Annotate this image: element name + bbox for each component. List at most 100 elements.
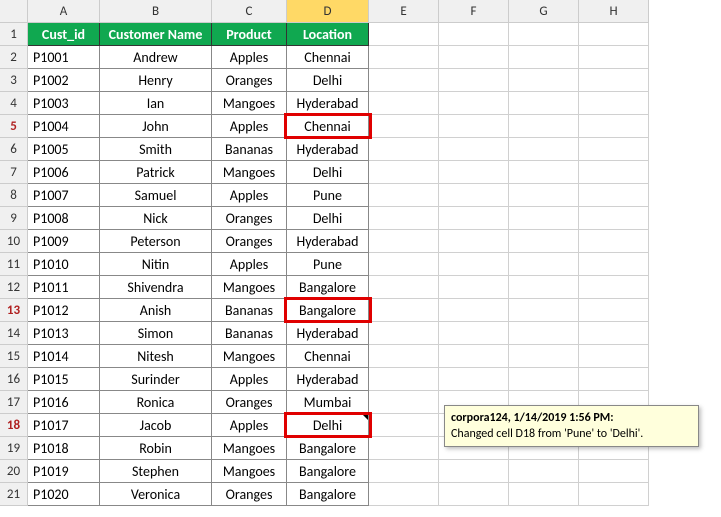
empty-cell[interactable] xyxy=(509,253,579,276)
cell-cust-id[interactable]: P1014 xyxy=(28,345,100,368)
empty-cell[interactable] xyxy=(369,322,439,345)
row-header[interactable]: 21 xyxy=(0,483,28,506)
cell-location[interactable]: Bangalore xyxy=(287,460,369,483)
row-header[interactable]: 4 xyxy=(0,92,28,115)
row-header[interactable]: 19 xyxy=(0,437,28,460)
empty-cell[interactable] xyxy=(369,345,439,368)
column-header-g[interactable]: G xyxy=(509,0,579,23)
cell-cust-id[interactable]: P1007 xyxy=(28,184,100,207)
select-all-corner[interactable] xyxy=(0,0,28,23)
empty-cell[interactable] xyxy=(509,69,579,92)
empty-cell[interactable] xyxy=(509,230,579,253)
cell-cust-id[interactable]: P1016 xyxy=(28,391,100,414)
empty-cell[interactable] xyxy=(369,276,439,299)
empty-cell[interactable] xyxy=(509,322,579,345)
empty-cell[interactable] xyxy=(369,46,439,69)
empty-cell[interactable] xyxy=(369,23,439,46)
cell-product[interactable]: Apples xyxy=(212,46,287,69)
row-header[interactable]: 17 xyxy=(0,391,28,414)
cell-location[interactable]: Chennai xyxy=(287,115,369,138)
cell-customer-name[interactable]: Peterson xyxy=(100,230,212,253)
empty-cell[interactable] xyxy=(369,460,439,483)
row-header[interactable]: 8 xyxy=(0,184,28,207)
cell-location[interactable]: Hyderabad xyxy=(287,368,369,391)
cell-customer-name[interactable]: Simon xyxy=(100,322,212,345)
empty-cell[interactable] xyxy=(439,23,509,46)
cell-customer-name[interactable]: Shivendra xyxy=(100,276,212,299)
empty-cell[interactable] xyxy=(579,23,649,46)
cell-cust-id[interactable]: P1020 xyxy=(28,483,100,506)
empty-cell[interactable] xyxy=(509,483,579,506)
empty-cell[interactable] xyxy=(439,230,509,253)
empty-cell[interactable] xyxy=(369,391,439,414)
empty-cell[interactable] xyxy=(439,368,509,391)
empty-cell[interactable] xyxy=(579,345,649,368)
empty-cell[interactable] xyxy=(369,253,439,276)
empty-cell[interactable] xyxy=(509,184,579,207)
empty-cell[interactable] xyxy=(439,46,509,69)
empty-cell[interactable] xyxy=(579,69,649,92)
empty-cell[interactable] xyxy=(369,138,439,161)
empty-cell[interactable] xyxy=(579,138,649,161)
cell-product[interactable]: Oranges xyxy=(212,483,287,506)
cell-location[interactable]: Delhi xyxy=(287,207,369,230)
empty-cell[interactable] xyxy=(369,368,439,391)
empty-cell[interactable] xyxy=(439,253,509,276)
cell-cust-id[interactable]: P1012 xyxy=(28,299,100,322)
row-header[interactable]: 1 xyxy=(0,23,28,46)
cell-customer-name[interactable]: Veronica xyxy=(100,483,212,506)
table-header-customer-name[interactable]: Customer Name xyxy=(100,23,212,46)
cell-customer-name[interactable]: Patrick xyxy=(100,161,212,184)
cell-cust-id[interactable]: P1005 xyxy=(28,138,100,161)
row-header[interactable]: 13 xyxy=(0,299,28,322)
cell-cust-id[interactable]: P1015 xyxy=(28,368,100,391)
cell-customer-name[interactable]: Anish xyxy=(100,299,212,322)
cell-location[interactable]: Bangalore xyxy=(287,299,369,322)
empty-cell[interactable] xyxy=(439,115,509,138)
cell-cust-id[interactable]: P1004 xyxy=(28,115,100,138)
cell-customer-name[interactable]: Henry xyxy=(100,69,212,92)
cell-location[interactable]: Pune xyxy=(287,184,369,207)
cell-product[interactable]: Oranges xyxy=(212,207,287,230)
cell-product[interactable]: Bananas xyxy=(212,322,287,345)
cell-customer-name[interactable]: Ian xyxy=(100,92,212,115)
row-header[interactable]: 6 xyxy=(0,138,28,161)
empty-cell[interactable] xyxy=(439,299,509,322)
empty-cell[interactable] xyxy=(509,276,579,299)
empty-cell[interactable] xyxy=(439,138,509,161)
cell-location[interactable]: Delhi xyxy=(287,69,369,92)
cell-customer-name[interactable]: Stephen xyxy=(100,460,212,483)
empty-cell[interactable] xyxy=(509,207,579,230)
column-header-d[interactable]: D xyxy=(287,0,369,23)
empty-cell[interactable] xyxy=(509,115,579,138)
empty-cell[interactable] xyxy=(369,92,439,115)
cell-cust-id[interactable]: P1001 xyxy=(28,46,100,69)
empty-cell[interactable] xyxy=(579,322,649,345)
cell-customer-name[interactable]: Nick xyxy=(100,207,212,230)
empty-cell[interactable] xyxy=(509,138,579,161)
row-header[interactable]: 14 xyxy=(0,322,28,345)
cell-product[interactable]: Apples xyxy=(212,414,287,437)
cell-location[interactable]: Mumbai xyxy=(287,391,369,414)
cell-product[interactable]: Bananas xyxy=(212,299,287,322)
empty-cell[interactable] xyxy=(369,69,439,92)
cell-cust-id[interactable]: P1018 xyxy=(28,437,100,460)
cell-customer-name[interactable]: Nitesh xyxy=(100,345,212,368)
cell-location[interactable]: Pune xyxy=(287,253,369,276)
table-header-product[interactable]: Product xyxy=(212,23,287,46)
row-header[interactable]: 5 xyxy=(0,115,28,138)
empty-cell[interactable] xyxy=(369,207,439,230)
row-header[interactable]: 2 xyxy=(0,46,28,69)
empty-cell[interactable] xyxy=(509,345,579,368)
empty-cell[interactable] xyxy=(439,483,509,506)
empty-cell[interactable] xyxy=(439,161,509,184)
cell-customer-name[interactable]: Andrew xyxy=(100,46,212,69)
empty-cell[interactable] xyxy=(509,161,579,184)
cell-location[interactable]: Delhi xyxy=(287,161,369,184)
empty-cell[interactable] xyxy=(579,92,649,115)
row-header[interactable]: 7 xyxy=(0,161,28,184)
empty-cell[interactable] xyxy=(509,46,579,69)
empty-cell[interactable] xyxy=(579,161,649,184)
row-header[interactable]: 16 xyxy=(0,368,28,391)
empty-cell[interactable] xyxy=(369,184,439,207)
